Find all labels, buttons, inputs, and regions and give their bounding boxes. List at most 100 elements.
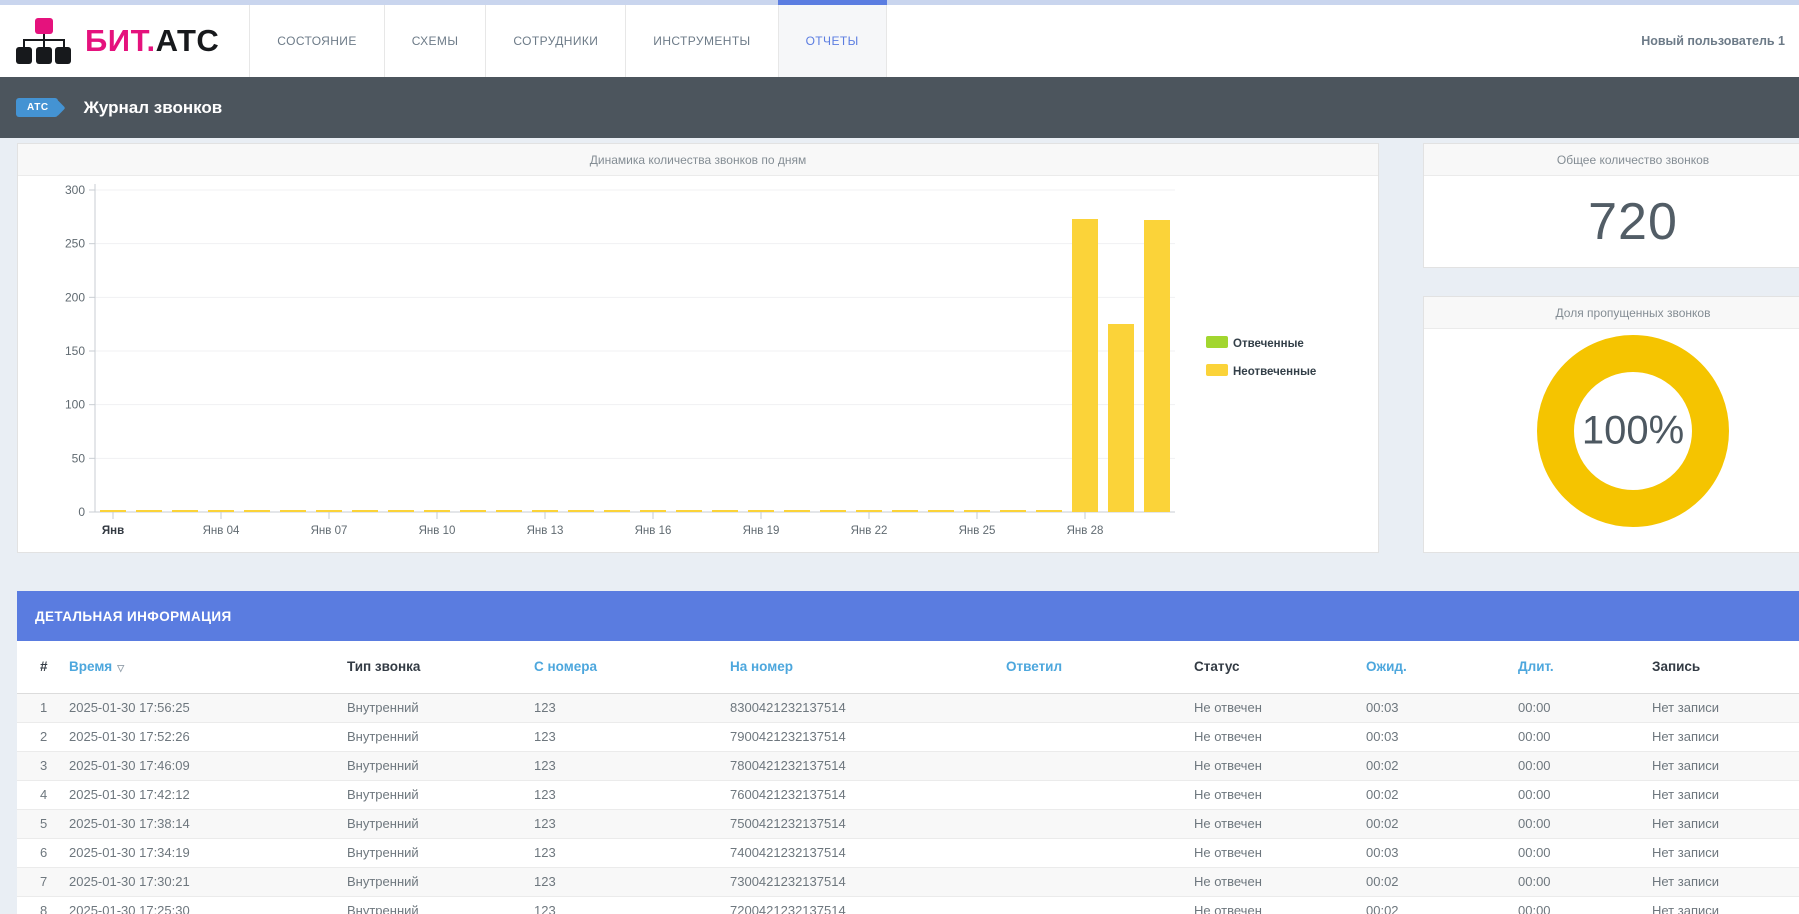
svg-text:Янв 13: Янв 13 (527, 525, 564, 537)
table-cell: Нет записи (1652, 693, 1799, 722)
table-cell: 7900421232137514 (730, 722, 1006, 751)
table-row[interactable]: 32025-01-30 17:46:09Внутренний1237800421… (17, 751, 1799, 780)
table-cell: Нет записи (1652, 838, 1799, 867)
table-cell: 7 (17, 867, 69, 896)
table-cell: 2025-01-30 17:30:21 (69, 867, 347, 896)
table-cell: Внутренний (347, 693, 534, 722)
tab-instrumenty[interactable]: ИНСТРУМЕНТЫ (625, 5, 777, 77)
column-header[interactable]: Ответил (1006, 641, 1194, 693)
tab-skhemy[interactable]: СХЕМЫ (384, 5, 486, 77)
legend-item[interactable]: Неотвеченные (1206, 364, 1316, 378)
content-area: Динамика количества звонков по дням 0 50 1… (0, 138, 1799, 914)
column-header[interactable]: Ожид. (1366, 641, 1518, 693)
table-cell: 5 (17, 809, 69, 838)
table-cell: Не отвечен (1194, 751, 1366, 780)
table-cell: 00:00 (1518, 780, 1652, 809)
sort-icon[interactable]: ▽ (117, 663, 124, 673)
svg-text:Янв 07: Янв 07 (311, 525, 348, 537)
table-cell: 00:00 (1518, 896, 1652, 914)
column-header[interactable]: С номера (534, 641, 730, 693)
table-row[interactable]: 12025-01-30 17:56:25Внутренний1238300421… (17, 693, 1799, 722)
table-cell: Нет записи (1652, 867, 1799, 896)
table-cell: 4 (17, 780, 69, 809)
table-cell: 7600421232137514 (730, 780, 1006, 809)
nav-tabs: СОСТОЯНИЕСХЕМЫСОТРУДНИКИИНСТРУМЕНТЫОТЧЕТ… (249, 5, 886, 77)
missed-share-title: Доля пропущенных звонков (1424, 297, 1799, 329)
svg-text:150: 150 (65, 344, 85, 358)
total-calls-panel: Общее количество звонков 720 (1423, 143, 1799, 268)
svg-text:50: 50 (72, 451, 86, 465)
svg-text:Янв 28: Янв 28 (1067, 525, 1104, 537)
org-chart-icon (16, 17, 71, 65)
user-menu[interactable]: Новый пользователь 1 (1641, 5, 1799, 77)
svg-text:Янв 16: Янв 16 (635, 525, 672, 537)
svg-text:Неотвеченные: Неотвеченные (1233, 366, 1316, 378)
table-cell (1006, 838, 1194, 867)
table-row[interactable]: 52025-01-30 17:38:14Внутренний1237500421… (17, 809, 1799, 838)
table-cell: Внутренний (347, 867, 534, 896)
table-cell: 2025-01-30 17:42:12 (69, 780, 347, 809)
calls-by-day-chart: 050100150200250300ЯнвЯнв 04Янв 07Янв 10Я… (18, 176, 1378, 551)
table-cell: 123 (534, 867, 730, 896)
table-cell: 7400421232137514 (730, 838, 1006, 867)
svg-text:Янв 04: Янв 04 (203, 525, 240, 537)
table-row[interactable]: 22025-01-30 17:52:26Внутренний1237900421… (17, 722, 1799, 751)
table-cell: 00:02 (1366, 780, 1518, 809)
column-header[interactable]: Время▽ (69, 641, 347, 693)
calls-table: #Время▽Тип звонкаС номераНа номерОтветил… (17, 641, 1799, 914)
legend-item[interactable]: Отвеченные (1206, 336, 1304, 350)
table-cell: Нет записи (1652, 896, 1799, 914)
svg-text:Отвеченные: Отвеченные (1233, 338, 1304, 350)
table-cell: 2025-01-30 17:46:09 (69, 751, 347, 780)
table-cell: 2 (17, 722, 69, 751)
table-cell: 00:02 (1366, 809, 1518, 838)
svg-text:Янв 19: Янв 19 (743, 525, 780, 537)
table-cell: Внутренний (347, 722, 534, 751)
tab-sostoyanie[interactable]: СОСТОЯНИЕ (249, 5, 383, 77)
column-header[interactable]: Длит. (1518, 641, 1652, 693)
chart-title: Динамика количества звонков по дням (18, 144, 1378, 176)
tab-sotrudniki[interactable]: СОТРУДНИКИ (485, 5, 625, 77)
table-cell: Не отвечен (1194, 867, 1366, 896)
table-cell: 00:02 (1366, 867, 1518, 896)
svg-text:Янв 22: Янв 22 (851, 525, 888, 537)
tab-otchety[interactable]: ОТЧЕТЫ (778, 5, 887, 77)
missed-share-panel: Доля пропущенных звонков 100% (1423, 296, 1799, 553)
svg-text:Янв 10: Янв 10 (419, 525, 456, 537)
table-cell: 8300421232137514 (730, 693, 1006, 722)
svg-text:250: 250 (65, 237, 85, 251)
svg-text:Янв: Янв (102, 525, 124, 537)
table-cell: 123 (534, 722, 730, 751)
table-row[interactable]: 62025-01-30 17:34:19Внутренний1237400421… (17, 838, 1799, 867)
table-cell: Не отвечен (1194, 809, 1366, 838)
table-cell: 8 (17, 896, 69, 914)
detail-section-header: ДЕТАЛЬНАЯ ИНФОРМАЦИЯ (17, 591, 1799, 641)
table-cell: 00:00 (1518, 809, 1652, 838)
table-row[interactable]: 82025-01-30 17:25:30Внутренний1237200421… (17, 896, 1799, 914)
table-cell (1006, 722, 1194, 751)
table-cell (1006, 693, 1194, 722)
table-cell: 00:00 (1518, 693, 1652, 722)
table-cell: Не отвечен (1194, 896, 1366, 914)
table-cell (1006, 896, 1194, 914)
table-cell: Внутренний (347, 751, 534, 780)
table-cell: 00:03 (1366, 693, 1518, 722)
table-cell: Нет записи (1652, 722, 1799, 751)
table-cell: 2025-01-30 17:34:19 (69, 838, 347, 867)
table-cell: 123 (534, 809, 730, 838)
table-row[interactable]: 42025-01-30 17:42:12Внутренний1237600421… (17, 780, 1799, 809)
table-cell: 123 (534, 896, 730, 914)
svg-text:0: 0 (78, 505, 85, 519)
table-row[interactable]: 72025-01-30 17:30:21Внутренний1237300421… (17, 867, 1799, 896)
table-cell (1006, 751, 1194, 780)
table-cell: 00:00 (1518, 722, 1652, 751)
table-cell: 2025-01-30 17:38:14 (69, 809, 347, 838)
column-header[interactable]: На номер (730, 641, 1006, 693)
breadcrumb-badge-ats[interactable]: АТС (16, 98, 58, 117)
table-cell: 123 (534, 751, 730, 780)
brand-logo[interactable]: БИТ.АТС (0, 5, 249, 77)
column-header: Статус (1194, 641, 1366, 693)
page-title: Журнал звонков (84, 98, 223, 118)
svg-text:100: 100 (65, 398, 85, 412)
breadcrumb: АТС Журнал звонков (0, 77, 1799, 138)
